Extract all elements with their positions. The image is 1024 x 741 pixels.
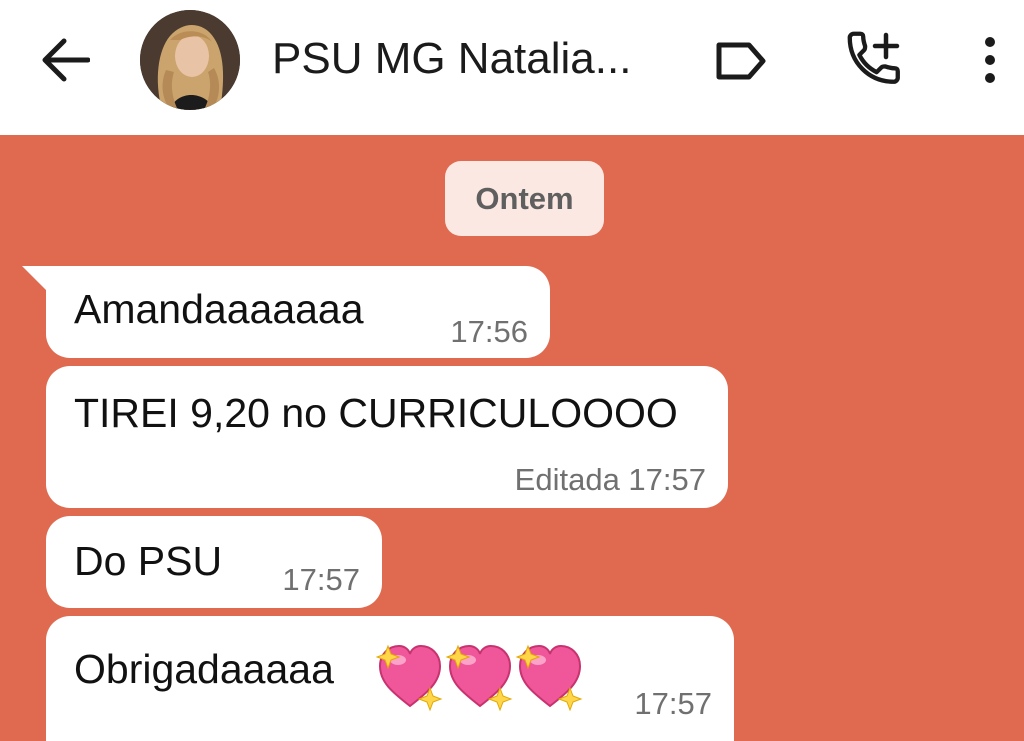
date-divider: Ontem	[445, 161, 604, 236]
sparkling-heart-emoji	[376, 645, 582, 711]
more-vertical-icon[interactable]	[978, 36, 1002, 84]
add-call-icon[interactable]	[846, 30, 902, 88]
message-text: Obrigadaaaaa	[74, 646, 334, 692]
message-bubble[interactable]: Do PSU 17:57	[46, 516, 382, 608]
label-icon[interactable]	[714, 40, 768, 82]
message-text: TIREI 9,20 no CURRICULOOOO	[74, 390, 678, 436]
message-edited-time: Editada 17:57	[514, 462, 706, 497]
contact-name[interactable]: PSU MG Natalia...	[272, 34, 631, 84]
message-time: 17:57	[282, 562, 360, 597]
message-bubble[interactable]: Amandaaaaaaa 17:56	[46, 266, 550, 358]
message-time: 17:56	[450, 314, 528, 349]
message-text: Do PSU	[74, 538, 223, 584]
message-text: Amandaaaaaaa	[74, 286, 364, 332]
avatar[interactable]	[140, 10, 240, 110]
arrow-back-icon[interactable]	[38, 36, 90, 84]
message-bubble[interactable]: TIREI 9,20 no CURRICULOOOO Editada 17:57	[46, 366, 728, 508]
message-time: 17:57	[634, 686, 712, 721]
message-bubble[interactable]: Obrigadaaaaa 17:57	[46, 616, 734, 741]
chat-header: PSU MG Natalia...	[0, 0, 1024, 135]
